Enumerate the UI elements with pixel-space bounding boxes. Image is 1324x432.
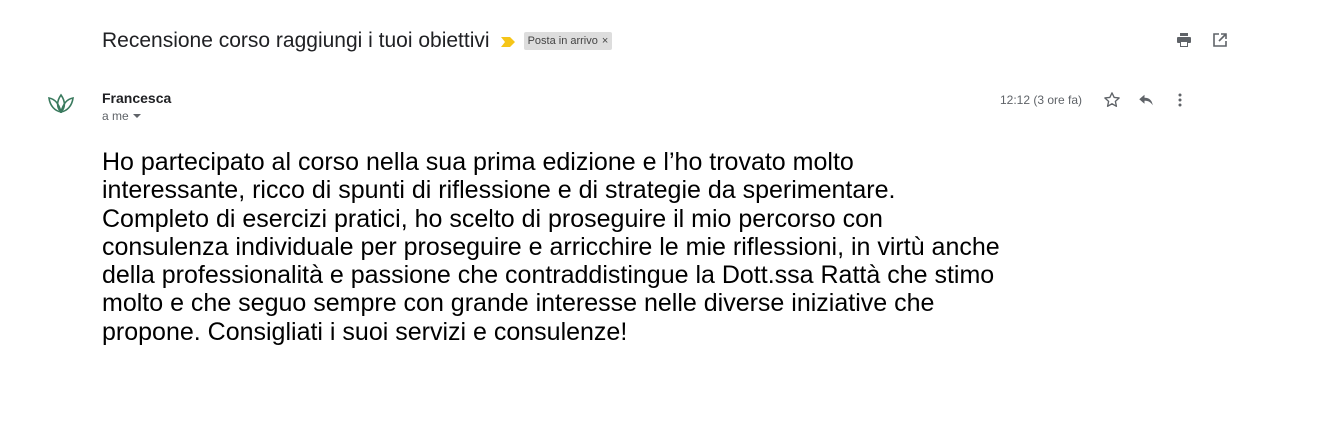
top-actions <box>1174 30 1230 50</box>
subject-row: Recensione corso raggiungi i tuoi obiett… <box>102 26 613 56</box>
inbox-label-chip[interactable]: Posta in arrivo × <box>523 32 613 50</box>
body-line: interessante, ricco di spunti di rifless… <box>102 176 896 205</box>
sender-block: Francesca a me <box>102 90 171 123</box>
lotus-logo-icon <box>46 86 76 116</box>
message-actions: 12:12 (3 ore fa) <box>1000 90 1204 110</box>
email-view: Recensione corso raggiungi i tuoi obiett… <box>0 0 1324 432</box>
print-icon[interactable] <box>1174 30 1194 50</box>
body-line: consulenza individuale per proseguire e … <box>102 232 1000 261</box>
body-line: Completo di esercizi pratici, ho scelto … <box>102 204 883 233</box>
body-line: della professionalità e passione che con… <box>102 261 995 290</box>
open-in-new-window-icon[interactable] <box>1210 30 1230 50</box>
recipient-details-toggle[interactable]: a me <box>102 109 171 123</box>
importance-marker-icon[interactable] <box>500 35 516 47</box>
body-line: Ho partecipato al corso nella sua prima … <box>102 148 854 176</box>
body-line: propone. Consigliati i suoi servizi e co… <box>102 317 628 346</box>
body-line: molto e che seguo sempre con grande inte… <box>102 289 935 318</box>
email-subject: Recensione corso raggiungi i tuoi obiett… <box>102 29 490 52</box>
chevron-down-icon <box>132 114 141 118</box>
star-icon[interactable] <box>1102 90 1122 110</box>
remove-label-button[interactable]: × <box>602 34 608 48</box>
email-body: Ho partecipato al corso nella sua prima … <box>102 148 1282 346</box>
sender-name[interactable]: Francesca <box>102 90 171 106</box>
recipient-text: a me <box>102 109 129 123</box>
inbox-label-text: Posta in arrivo <box>527 35 598 47</box>
message-timestamp: 12:12 (3 ore fa) <box>1000 93 1083 107</box>
reply-icon[interactable] <box>1136 90 1156 110</box>
more-vert-icon[interactable] <box>1170 90 1190 110</box>
